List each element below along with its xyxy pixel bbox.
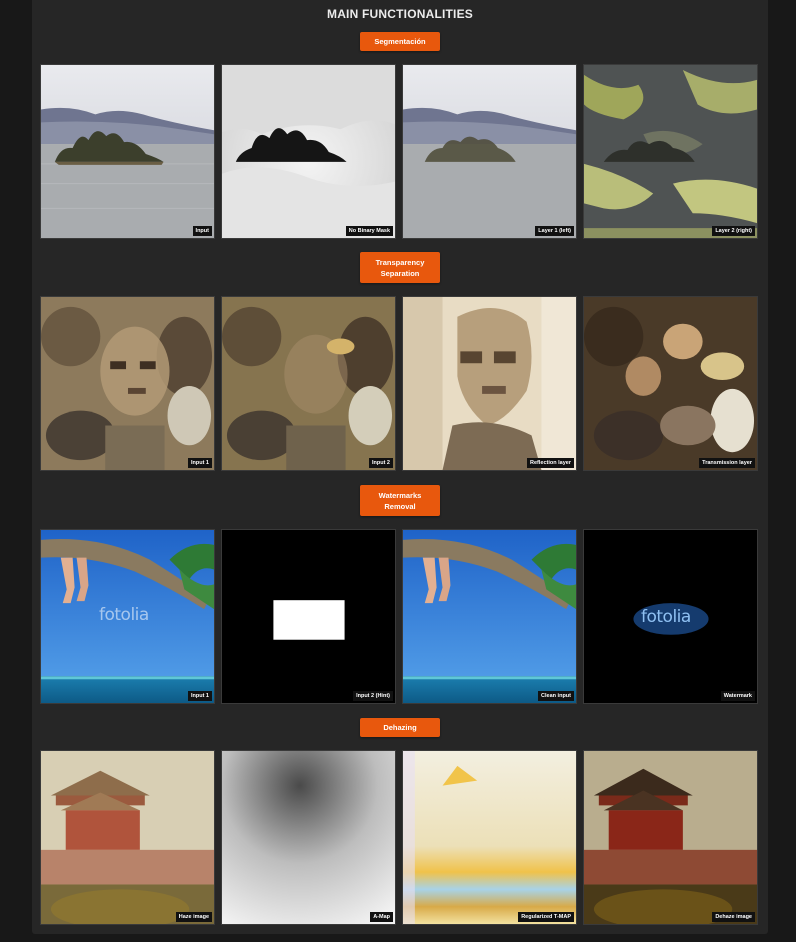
dehazing-button[interactable]: Dehazing [360, 718, 440, 737]
seg-mask-image: No Binary Mask [221, 64, 396, 239]
transparency-input2-image: Input 2 [221, 296, 396, 471]
page-title: MAIN FUNCTIONALITIES [327, 7, 473, 21]
watermark-text: fotolia [641, 607, 691, 627]
watermark-clean-image: Clean input [402, 529, 577, 704]
watermark-input1-image: fotolia Input 1 [40, 529, 215, 704]
seg-layer2-image: Layer 2 (right) [583, 64, 758, 239]
caption: Reflection layer [527, 458, 574, 468]
watermark-hint-image: Input 2 (Hint) [221, 529, 396, 704]
transparency-input1-image: Input 1 [40, 296, 215, 471]
caption: Transmission layer [699, 458, 755, 468]
caption: Input 1 [187, 458, 212, 468]
caption: Input 2 [368, 458, 393, 468]
caption: Clean input [538, 691, 574, 701]
caption: Layer 1 (left) [535, 226, 574, 236]
transparency-transmission-image: Transmission layer [583, 296, 758, 471]
watermarks-removal-button[interactable]: Watermarks Removal [360, 485, 440, 516]
seg-input-image: Input [40, 64, 215, 239]
caption: Input [192, 226, 212, 236]
caption: Haze image [175, 912, 212, 922]
dehaze-result-image: Dehaze image [583, 750, 758, 925]
transparency-reflection-image: Reflection layer [402, 296, 577, 471]
caption: Input 1 [187, 691, 212, 701]
transparency-separation-button[interactable]: Transparency Separation [360, 252, 440, 283]
caption: Input 2 (Hint) [353, 691, 393, 701]
seg-layer1-image: Layer 1 (left) [402, 64, 577, 239]
dehaze-tmap-image: Regularized T-MAP [402, 750, 577, 925]
caption: Watermark [720, 691, 755, 701]
caption: A-Map [370, 912, 393, 922]
dehaze-amap-image: A-Map [221, 750, 396, 925]
watermark-text: fotolia [99, 605, 149, 625]
caption: Regularized T-MAP [518, 912, 574, 922]
caption: Layer 2 (right) [712, 226, 755, 236]
caption: Dehaze image [712, 912, 755, 922]
caption: No Binary Mask [345, 226, 393, 236]
dehaze-haze-image: Haze image [40, 750, 215, 925]
segmentation-button[interactable]: Segmentación [360, 32, 440, 51]
main-panel: MAIN FUNCTIONALITIES Segmentación Input … [32, 0, 768, 934]
watermark-extracted-image: fotolia Watermark [583, 529, 758, 704]
